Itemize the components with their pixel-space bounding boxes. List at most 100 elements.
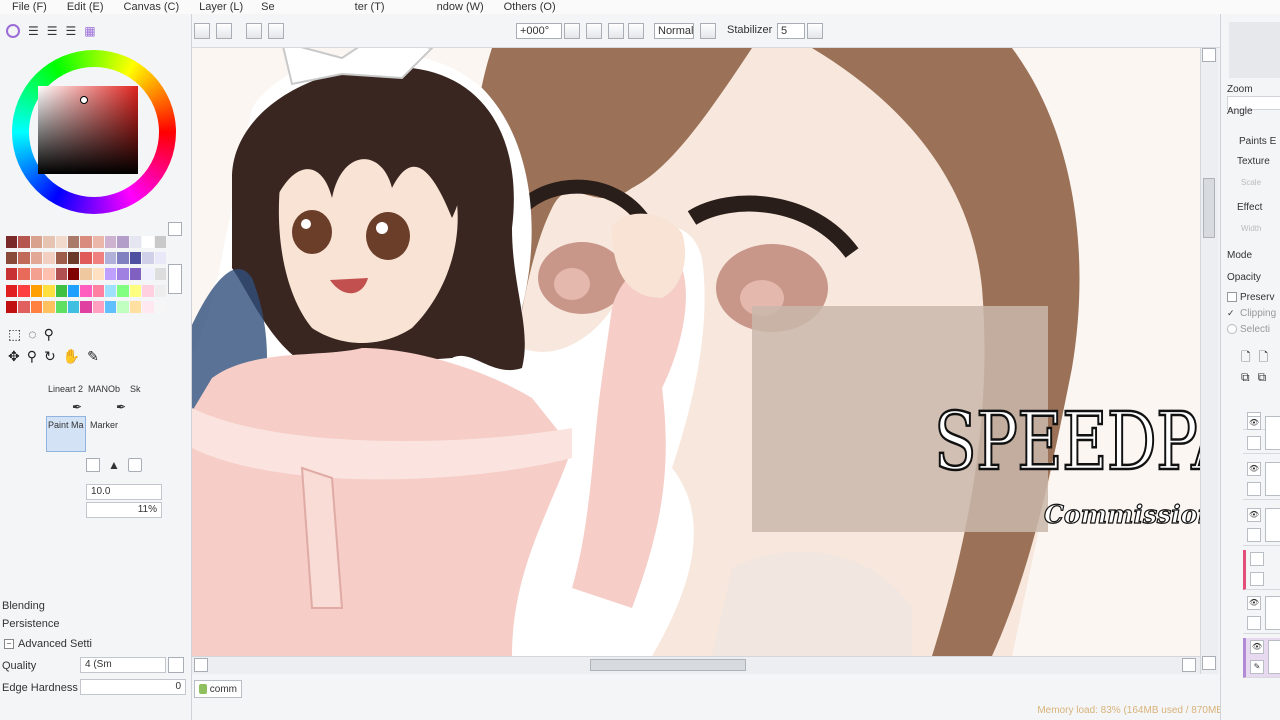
merge-layer-icon[interactable]: ⧉ [1241, 370, 1250, 385]
blend-mode-button[interactable] [700, 23, 716, 39]
color-swatch[interactable] [92, 236, 105, 248]
vertical-scrollbar[interactable] [1200, 48, 1218, 674]
quality-select[interactable]: 4 (Sm [80, 657, 166, 673]
hsv-slider-tab[interactable]: ☰ [47, 24, 58, 38]
color-swatch[interactable] [67, 300, 80, 313]
color-swatch[interactable] [142, 236, 154, 248]
color-swatch[interactable] [18, 284, 30, 297]
color-swatch[interactable] [30, 300, 43, 313]
redo-icon[interactable] [216, 23, 232, 39]
eyedropper-icon[interactable]: ✎ [87, 348, 99, 365]
clipping-row[interactable]: ✓ Clipping [1227, 308, 1276, 319]
layer-row-selected[interactable]: 👁 ✎ [1243, 638, 1280, 678]
shape-triangle-icon[interactable]: ▲ [108, 458, 120, 472]
menu-layer[interactable]: Layer (L) [189, 0, 253, 14]
new-folder-icon[interactable]: 🗋 [1259, 348, 1269, 369]
scroll-left-button[interactable] [194, 658, 208, 672]
color-swatch[interactable] [6, 268, 18, 281]
color-swatch[interactable] [105, 252, 117, 265]
color-swatch[interactable] [105, 284, 117, 297]
color-swatch[interactable] [55, 252, 67, 265]
color-swatches[interactable] [6, 236, 166, 316]
toolbar-button[interactable] [246, 23, 262, 39]
rect-select-icon[interactable]: ⬚ [8, 326, 21, 343]
checkbox[interactable] [1227, 292, 1237, 302]
layer-row[interactable]: 👁 [1243, 460, 1280, 500]
color-swatch[interactable] [18, 268, 30, 281]
rotate-icon[interactable]: ↻ [44, 348, 56, 365]
color-swatch[interactable] [129, 284, 142, 297]
brush-lineart2[interactable]: Lineart 2 [48, 384, 83, 394]
saturation-value-square[interactable] [38, 86, 138, 174]
layer-row-clipped[interactable] [1243, 550, 1280, 590]
chevron-down-icon[interactable] [168, 657, 184, 673]
color-swatch[interactable] [6, 252, 18, 265]
color-swatch[interactable] [30, 236, 43, 248]
color-swatch[interactable] [92, 252, 105, 265]
rgb-slider-tab[interactable]: ☰ [28, 24, 39, 38]
color-swatch[interactable] [142, 300, 154, 313]
color-swatch[interactable] [154, 284, 166, 297]
brush-paint-marker[interactable]: Paint Ma [48, 420, 84, 430]
menu-selection[interactable]: Se [251, 0, 284, 14]
color-swatch[interactable] [6, 236, 18, 248]
color-swatch[interactable] [18, 252, 30, 265]
layer-checkbox[interactable] [1250, 552, 1264, 566]
eye-icon[interactable]: 👁 [1247, 508, 1261, 522]
color-swatch[interactable] [6, 300, 18, 313]
color-swatch[interactable] [67, 284, 80, 297]
color-swatch[interactable] [117, 300, 129, 313]
stabilizer-select[interactable]: 5 [777, 23, 805, 39]
color-swatch[interactable] [92, 300, 105, 313]
color-swatch[interactable] [92, 268, 105, 281]
advanced-settings-header[interactable]: − Advanced Setti [4, 638, 92, 650]
color-swatch[interactable] [129, 300, 142, 313]
color-swatch[interactable] [154, 300, 166, 313]
rotation-reset-button[interactable] [564, 23, 580, 39]
color-swatch[interactable] [6, 284, 18, 297]
color-swatch[interactable] [55, 300, 67, 313]
rotation-field[interactable]: +000° [516, 23, 562, 39]
layer-row[interactable]: 👁 [1243, 414, 1280, 454]
color-swatch[interactable] [92, 284, 105, 297]
eye-icon[interactable]: 👁 [1250, 640, 1264, 654]
color-swatch[interactable] [129, 252, 142, 265]
color-swatch[interactable] [142, 268, 154, 281]
color-swatch[interactable] [154, 252, 166, 265]
color-swatch[interactable] [30, 284, 43, 297]
mixer-tab[interactable]: ☰ [66, 24, 77, 38]
menu-window[interactable]: ndow (W) [427, 0, 494, 14]
rotate-right-button[interactable] [608, 23, 624, 39]
scroll-up-button[interactable] [1202, 48, 1216, 62]
move-icon[interactable]: ✥ [8, 348, 20, 365]
size-field[interactable]: 10.0 [86, 484, 162, 500]
layer-checkbox[interactable] [1250, 572, 1264, 586]
color-swatch[interactable] [154, 236, 166, 248]
color-swatch[interactable] [154, 268, 166, 281]
color-swatch[interactable] [30, 252, 43, 265]
color-swatch[interactable] [30, 268, 43, 281]
shape-square-button[interactable] [86, 458, 100, 472]
color-swatch[interactable] [67, 268, 80, 281]
horizontal-scroll-thumb[interactable] [590, 659, 746, 671]
flip-button[interactable] [628, 23, 644, 39]
brush-manob[interactable]: MANOb [88, 384, 120, 394]
palette-tab[interactable]: ▦ [84, 24, 95, 38]
canvas[interactable]: SPEEDPAINT Commission for Popushi [192, 48, 1200, 656]
eye-icon[interactable]: 👁 [1247, 416, 1261, 430]
color-swatch[interactable] [67, 236, 80, 248]
color-swatch[interactable] [129, 236, 142, 248]
color-swatch[interactable] [117, 284, 129, 297]
color-swatch[interactable] [105, 300, 117, 313]
layer-checkbox[interactable] [1247, 482, 1261, 496]
color-swatch[interactable] [18, 236, 30, 248]
color-swatch[interactable] [67, 252, 80, 265]
color-swatch[interactable] [43, 252, 55, 265]
pen-icon[interactable]: ✎ [1250, 660, 1264, 674]
color-swatch[interactable] [43, 236, 55, 248]
delete-layer-icon[interactable]: ⧉ [1258, 370, 1267, 385]
menu-canvas[interactable]: Canvas (C) [114, 0, 190, 14]
color-swatch[interactable] [80, 236, 92, 248]
hand-icon[interactable]: ✋ [63, 348, 80, 365]
edge-hardness-field[interactable]: 0 [80, 679, 186, 695]
